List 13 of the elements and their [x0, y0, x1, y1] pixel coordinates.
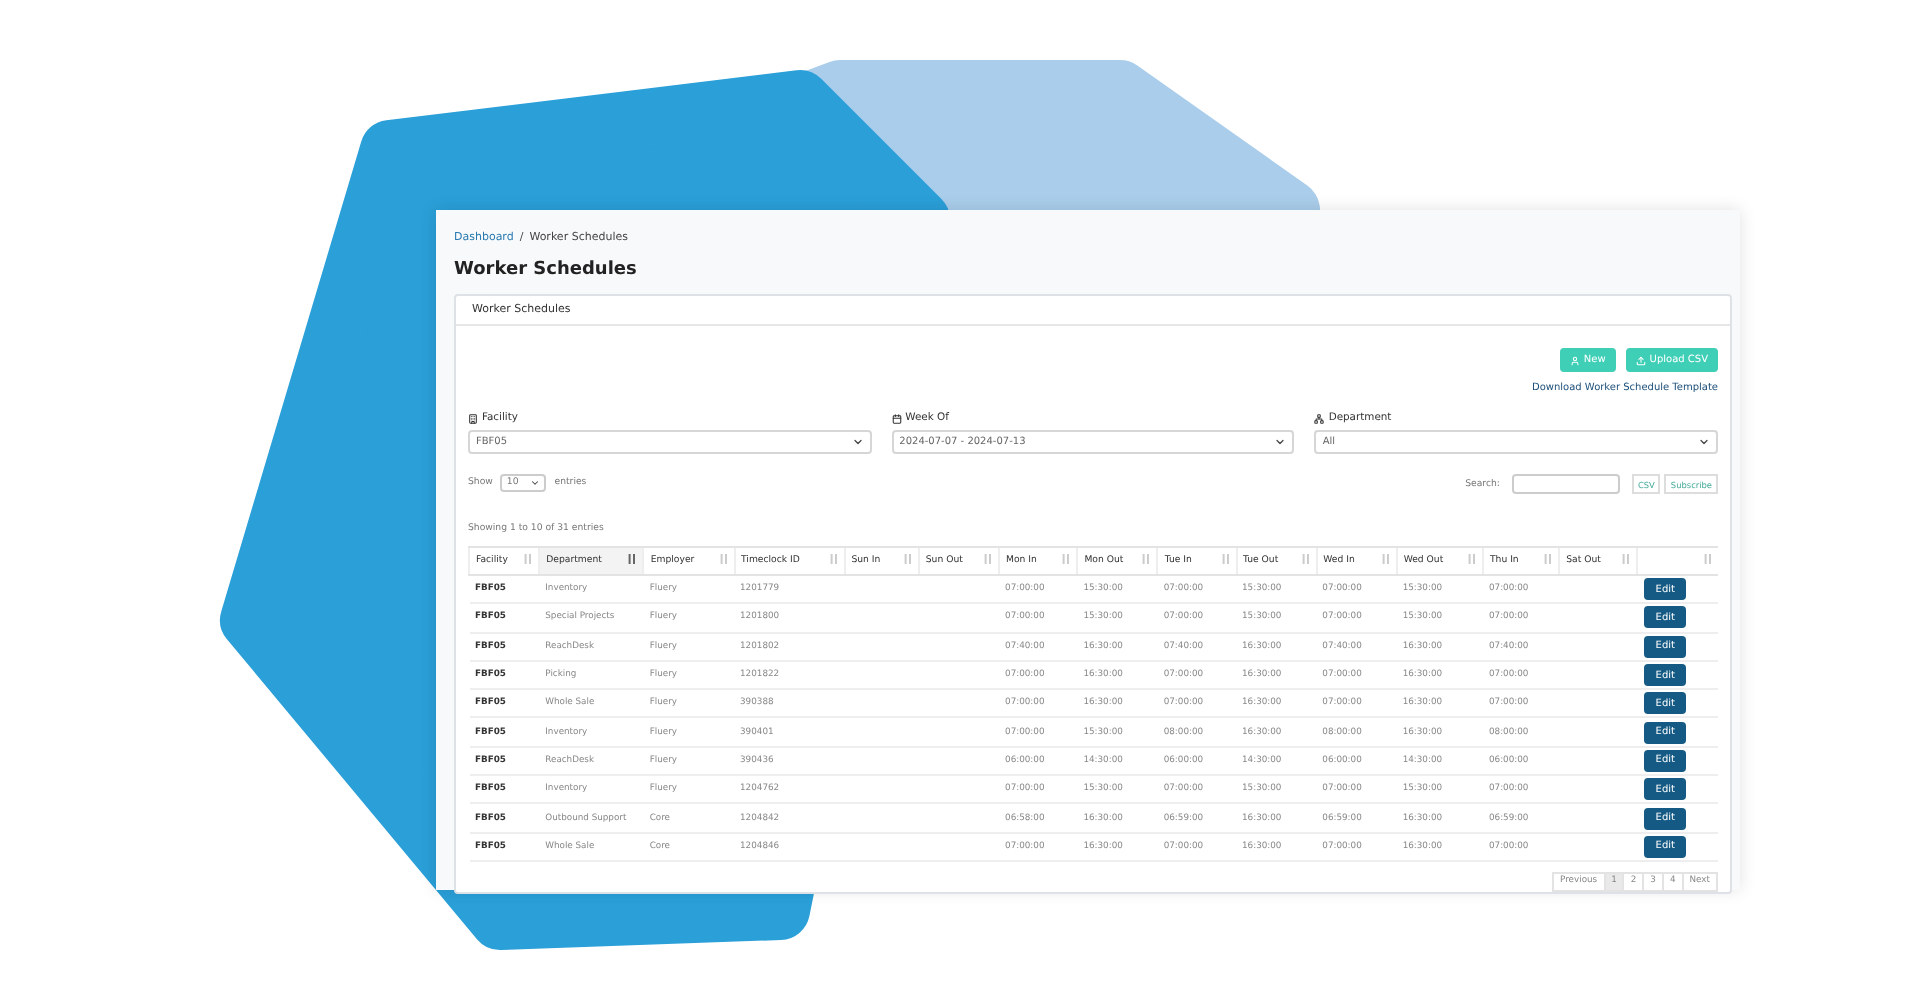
sort-icon[interactable] [628, 554, 637, 564]
column-header[interactable] [1637, 547, 1718, 575]
sitemap-icon [1314, 413, 1325, 423]
user-icon [1569, 355, 1580, 365]
chevron-down-icon [530, 478, 541, 488]
chevron-down-icon [851, 436, 864, 448]
chevron-down-icon [1274, 436, 1287, 448]
page-title: Worker Schedules [454, 260, 639, 280]
building-icon [468, 413, 478, 423]
upload-icon [1635, 355, 1646, 365]
chevron-down-icon [1698, 436, 1710, 448]
search-field[interactable] [1511, 474, 1620, 494]
calendar-icon [891, 413, 902, 423]
